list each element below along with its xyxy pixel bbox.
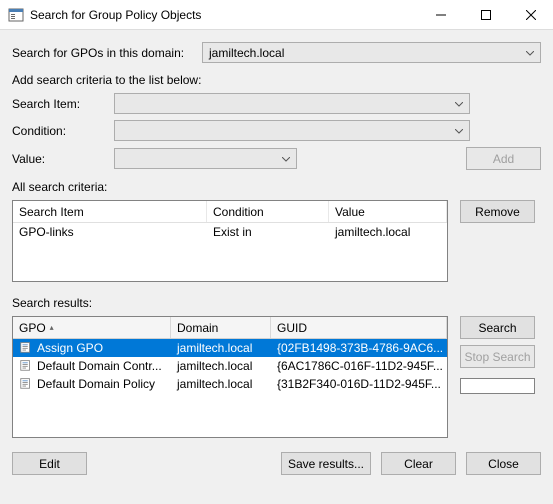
clear-button[interactable]: Clear (381, 452, 456, 475)
window-title: Search for Group Policy Objects (30, 8, 418, 22)
results-cell-domain: jamiltech.local (171, 377, 271, 391)
all-criteria-heading: All search criteria: (12, 180, 541, 194)
criteria-header-value[interactable]: Value (329, 201, 447, 222)
search-item-dropdown[interactable] (114, 93, 470, 114)
criteria-cell-searchitem: GPO-links (13, 225, 207, 239)
criteria-header-condition[interactable]: Condition (207, 201, 329, 222)
condition-dropdown[interactable] (114, 120, 470, 141)
save-results-button[interactable]: Save results... (281, 452, 371, 475)
titlebar: Search for Group Policy Objects (0, 0, 553, 30)
gpo-icon (19, 376, 33, 393)
results-cell-gpo: Default Domain Policy (13, 376, 171, 393)
domain-label: Search for GPOs in this domain: (12, 46, 202, 60)
minimize-button[interactable] (418, 0, 463, 29)
domain-dropdown[interactable]: jamiltech.local (202, 42, 541, 63)
app-icon (8, 7, 24, 23)
criteria-header-searchitem[interactable]: Search Item (13, 201, 207, 222)
results-header-gpo[interactable]: GPO▴ (13, 317, 171, 338)
sort-ascending-icon: ▴ (50, 323, 54, 332)
stop-search-button[interactable]: Stop Search (460, 345, 535, 368)
add-button[interactable]: Add (466, 147, 541, 170)
gpo-icon (19, 358, 33, 375)
results-cell-domain: jamiltech.local (171, 359, 271, 373)
results-row[interactable]: Default Domain Policyjamiltech.local{31B… (13, 375, 447, 393)
search-item-label: Search Item: (12, 97, 114, 111)
condition-label: Condition: (12, 124, 114, 138)
results-cell-guid: {02FB1498-373B-4786-9AC6... (271, 341, 447, 355)
remove-button[interactable]: Remove (460, 200, 535, 223)
edit-button[interactable]: Edit (12, 452, 87, 475)
criteria-cell-condition: Exist in (207, 225, 329, 239)
results-table: GPO▴ Domain GUID Assign GPOjamiltech.loc… (12, 316, 448, 438)
chevron-down-icon (455, 97, 463, 111)
close-dialog-button[interactable]: Close (466, 452, 541, 475)
value-dropdown[interactable] (114, 148, 297, 169)
value-label: Value: (12, 152, 114, 166)
progress-indicator (460, 378, 535, 394)
results-header-guid[interactable]: GUID (271, 317, 447, 338)
close-button[interactable] (508, 0, 553, 29)
results-cell-domain: jamiltech.local (171, 341, 271, 355)
results-header-domain[interactable]: Domain (171, 317, 271, 338)
results-cell-gpo: Assign GPO (13, 340, 171, 357)
criteria-cell-value: jamiltech.local (329, 225, 447, 239)
domain-value: jamiltech.local (209, 46, 284, 60)
results-cell-guid: {6AC1786C-016F-11D2-945F... (271, 359, 447, 373)
results-heading: Search results: (12, 296, 541, 310)
results-row[interactable]: Default Domain Contr...jamiltech.local{6… (13, 357, 447, 375)
results-cell-guid: {31B2F340-016D-11D2-945F... (271, 377, 447, 391)
criteria-heading: Add search criteria to the list below: (12, 73, 541, 87)
gpo-icon (19, 340, 33, 357)
criteria-row[interactable]: GPO-linksExist injamiltech.local (13, 223, 447, 241)
results-row[interactable]: Assign GPOjamiltech.local{02FB1498-373B-… (13, 339, 447, 357)
results-cell-gpo: Default Domain Contr... (13, 358, 171, 375)
chevron-down-icon (282, 152, 290, 166)
maximize-button[interactable] (463, 0, 508, 29)
criteria-table: Search Item Condition Value GPO-linksExi… (12, 200, 448, 282)
search-button[interactable]: Search (460, 316, 535, 339)
chevron-down-icon (455, 124, 463, 138)
chevron-down-icon (526, 46, 534, 60)
